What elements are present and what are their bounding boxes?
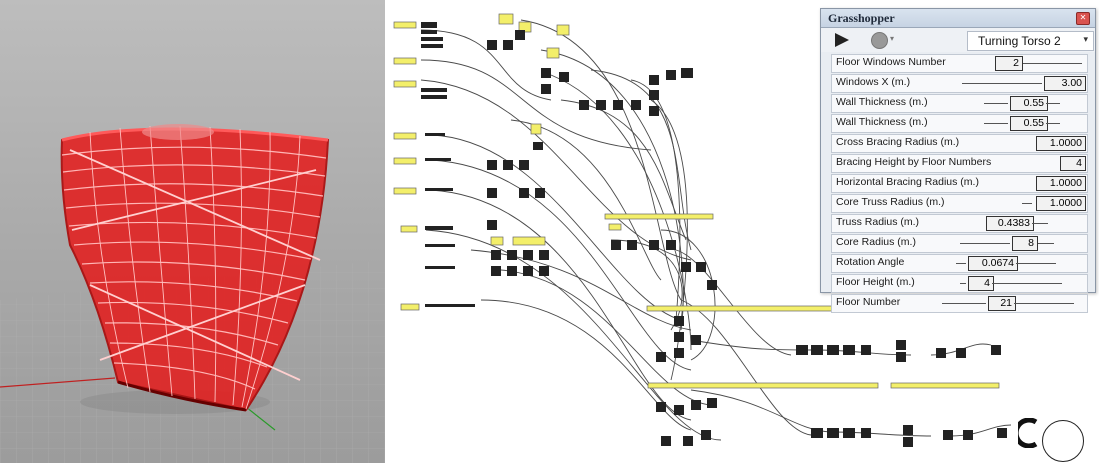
rhino-viewport[interactable]	[0, 0, 385, 463]
slider-value[interactable]: 0.55	[1010, 96, 1048, 111]
slider-value[interactable]: 1.0000	[1036, 176, 1086, 191]
slider-track[interactable]	[1032, 223, 1048, 224]
arrow-icon	[1018, 418, 1038, 448]
slider-label: Wall Thickness (m.)	[836, 96, 928, 108]
slider-rotation-angle[interactable]: Rotation Angle 0.0674	[831, 254, 1088, 273]
remote-control-panel[interactable]: Grasshopper ✕ ▾ Turning Torso 2 ▾ Floor …	[820, 8, 1096, 313]
slider-label: Bracing Height by Floor Numbers	[836, 156, 992, 168]
slider-label: Cross Bracing Radius (m.)	[836, 136, 960, 148]
slider-track[interactable]	[1022, 63, 1082, 64]
slider-track[interactable]	[960, 243, 1010, 244]
preset-dropdown[interactable]: Turning Torso 2 ▾	[967, 31, 1094, 51]
slider-label: Horizontal Bracing Radius (m.)	[836, 176, 979, 188]
play-icon[interactable]	[835, 33, 849, 47]
slider-label: Wall Thickness (m.)	[836, 116, 928, 128]
slider-label: Truss Radius (m.)	[836, 216, 920, 228]
slider-list: Floor Windows Number 2 Windows X (m.) 3.…	[831, 54, 1088, 314]
slider-value[interactable]: 0.55	[1010, 116, 1048, 131]
slider-label: Core Radius (m.)	[836, 236, 916, 248]
slider-track[interactable]	[956, 263, 966, 264]
slider-track[interactable]	[960, 283, 966, 284]
slider-horizontal-bracing-radius[interactable]: Horizontal Bracing Radius (m.) 1.0000	[831, 174, 1088, 193]
slider-value[interactable]: 4	[968, 276, 994, 291]
slider-track[interactable]	[1022, 203, 1032, 204]
slider-value[interactable]: 8	[1012, 236, 1038, 251]
slider-value[interactable]: 3.00	[1044, 76, 1086, 91]
slider-value[interactable]: 0.0674	[968, 256, 1018, 271]
slider-track[interactable]	[962, 83, 1042, 84]
slider-core-truss-radius[interactable]: Core Truss Radius (m.) 1.0000	[831, 194, 1088, 213]
chevron-down-icon[interactable]: ▾	[890, 34, 894, 43]
slider-track[interactable]	[1046, 123, 1060, 124]
slider-track[interactable]	[1016, 263, 1056, 264]
panel-title: Grasshopper	[828, 11, 895, 25]
slider-value[interactable]: 2	[995, 56, 1023, 71]
close-icon[interactable]: ✕	[1076, 12, 1090, 25]
slider-label: Floor Height (m.)	[836, 276, 915, 288]
slider-wall-thickness-1[interactable]: Wall Thickness (m.) 0.55	[831, 94, 1088, 113]
slider-label: Windows X (m.)	[836, 76, 911, 88]
slider-track[interactable]	[984, 123, 1008, 124]
slider-truss-radius[interactable]: Truss Radius (m.) 0.4383	[831, 214, 1088, 233]
slider-track[interactable]	[984, 103, 1008, 104]
slider-core-radius[interactable]: Core Radius (m.) 8	[831, 234, 1088, 253]
slider-track[interactable]	[1014, 303, 1074, 304]
slider-label: Floor Windows Number	[836, 56, 946, 68]
slider-floor-windows-number[interactable]: Floor Windows Number 2	[831, 54, 1088, 73]
slider-value[interactable]: 0.4383	[986, 216, 1034, 231]
chevron-down-icon: ▾	[1083, 35, 1088, 45]
slider-label: Floor Number	[836, 296, 901, 308]
panel-toolbar: ▾ Turning Torso 2 ▾	[821, 28, 1095, 52]
preset-value: Turning Torso 2	[978, 34, 1061, 48]
slider-label: Rotation Angle	[836, 256, 905, 268]
slider-track[interactable]	[1046, 103, 1060, 104]
slider-value[interactable]: 1.0000	[1036, 196, 1086, 211]
slider-cross-bracing-radius[interactable]: Cross Bracing Radius (m.) 1.0000	[831, 134, 1088, 153]
slider-track[interactable]	[1038, 243, 1054, 244]
slider-wall-thickness-2[interactable]: Wall Thickness (m.) 0.55	[831, 114, 1088, 133]
slider-windows-x[interactable]: Windows X (m.) 3.00	[831, 74, 1088, 93]
slider-track[interactable]	[942, 303, 986, 304]
slider-floor-number[interactable]: Floor Number 21	[831, 294, 1088, 313]
panel-title-bar[interactable]: Grasshopper ✕	[821, 9, 1095, 28]
slider-value[interactable]: 1.0000	[1036, 136, 1086, 151]
navigation-dial[interactable]	[1042, 420, 1084, 462]
slider-track[interactable]	[992, 283, 1062, 284]
preview-sphere-icon[interactable]	[871, 32, 888, 49]
slider-label: Core Truss Radius (m.)	[836, 196, 945, 208]
viewport-scene	[0, 124, 385, 463]
slider-value[interactable]: 21	[988, 296, 1016, 311]
slider-floor-height[interactable]: Floor Height (m.) 4	[831, 274, 1088, 293]
slider-value[interactable]: 4	[1060, 156, 1086, 171]
slider-bracing-height[interactable]: Bracing Height by Floor Numbers 4	[831, 154, 1088, 173]
